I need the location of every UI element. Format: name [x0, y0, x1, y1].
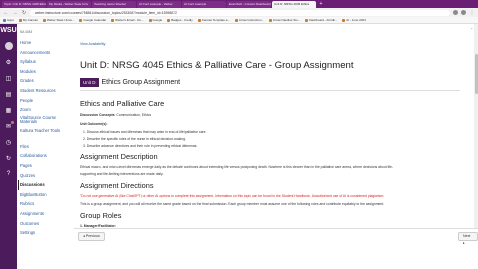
course-nav-item-collaborations[interactable]: Collaborations [20, 151, 74, 161]
course-nav-item-settings[interactable]: Settings [20, 228, 74, 238]
scrollbar[interactable] [474, 24, 478, 228]
bookmark-item[interactable]: Apps [3, 18, 14, 22]
address-bar: ← → ↻ weber.instructure.com/courses/7588… [0, 8, 478, 17]
bookmark-item[interactable]: Dashboard - ACUE... [305, 18, 337, 22]
browser-tab[interactable]: AI Conf example [182, 0, 226, 8]
browser-tab[interactable]: AI Conf example - Weber [137, 0, 181, 8]
course-nav-item-files[interactable]: Files [20, 142, 74, 152]
profile-icon[interactable] [461, 10, 466, 15]
bookmark-item[interactable]: Weber State Unive... [43, 18, 75, 22]
outcomes-label: Unit Outcome(s): [80, 122, 108, 126]
page-footer: ◂ Previous Next ▸ [74, 228, 478, 245]
course-nav-item-pages[interactable]: Pages [20, 161, 74, 171]
menu-icon[interactable]: ⋮ [469, 10, 475, 16]
outcome-item: 1. Discuss ethical issues and dilemmas t… [83, 130, 207, 134]
ai-warning: "Do not use generative AI (like ChatGPT)… [80, 194, 385, 198]
section-title-ethics: Ethics and Palliative Care [80, 99, 165, 108]
section-title-roles: Group Roles [80, 211, 122, 220]
course-nav-item-discussions[interactable]: Discussions [18, 180, 74, 190]
view-availability-link[interactable]: View Availability [80, 42, 105, 46]
discussion-concepts: Discussion Concepts: Communication, Ethi… [80, 113, 151, 117]
bookmark-item[interactable]: Google [149, 18, 163, 22]
bookmark-item[interactable]: Arrow Instruction... [235, 18, 264, 22]
course-nav-item-student-resources[interactable]: Student Resources [20, 86, 74, 96]
term-label: NA 4045 [20, 30, 33, 34]
bookmark-item[interactable]: Arrow Nautilus Stu... [269, 18, 300, 22]
course-nav-item-grades[interactable]: Grades [20, 76, 74, 86]
course-nav-item-kaltura-teacher-tools[interactable]: Kaltura Teacher Tools [20, 128, 70, 142]
course-nav-item-vitalsource-course-materials[interactable]: VitalSource Course Materials [20, 115, 70, 129]
browser-tab[interactable]: Topic: Unit D: NRSG 4045 Ethics [2, 0, 46, 8]
global-nav: WSU ⚙ ◫ ▤ ▦ ✉ ◷ ↻ ? [0, 24, 17, 269]
admin-icon[interactable]: ⚙ [5, 58, 13, 66]
browser-tab[interactable]: ExamSoft - Content Dashboard [227, 0, 271, 8]
commons-icon[interactable]: ↻ [5, 154, 13, 162]
browser-tab-bar: Topic: Unit D: NRSG 4045 Ethics My Media … [0, 0, 478, 8]
directions-line: This is a group assignment, and you will… [80, 202, 385, 206]
bookmark-item[interactable]: Badges - Credly [167, 18, 193, 22]
wsu-logo[interactable]: WSU [0, 27, 16, 34]
bookmark-item[interactable]: My Canvas [19, 18, 38, 22]
course-nav-item-people[interactable]: People [20, 96, 74, 106]
collapse-icon[interactable]: ⌃ [470, 27, 473, 32]
new-tab-icon[interactable]: + [317, 1, 325, 8]
dashboard-icon[interactable]: ◫ [5, 74, 13, 82]
course-nav-item-outcomes[interactable]: Outcomes [20, 219, 74, 229]
course-nav-item-home[interactable]: Home [20, 38, 74, 48]
outcome-item: 2. Describe the specific roles of the nu… [83, 137, 186, 141]
description-line: Ethical macro- and micro-level dilemmas … [80, 165, 394, 169]
browser-tab[interactable]: Unit D: NRSG 4045 Ethics [272, 0, 316, 8]
calendar-icon[interactable]: ▦ [5, 106, 13, 114]
concepts-value: : Communication, Ethics [114, 113, 152, 117]
course-nav-item-assignments[interactable]: Assignments [20, 209, 74, 219]
previous-button[interactable]: ◂ Previous [78, 232, 105, 241]
inbox-icon[interactable]: ✉ [5, 121, 14, 130]
section-title-directions: Assignment Directions [80, 181, 154, 190]
account-icon[interactable] [4, 42, 13, 50]
page-title: Unit D: NRSG 4045 Ethics & Palliative Ca… [80, 60, 354, 71]
outcomes-label-text: Unit Outcome(s): [80, 122, 108, 126]
browser-tab[interactable]: Teaching Jaxon Weeber [92, 0, 136, 8]
bookmarks-bar: Apps My Canvas Weber State Unive... Google … [0, 17, 478, 24]
bookmark-item[interactable]: Weber's Email - Ou... [111, 18, 143, 22]
scrollbar-thumb[interactable] [474, 54, 478, 94]
course-nav-item-modules[interactable]: Modules [20, 67, 74, 77]
divider [80, 90, 460, 91]
course-nav-item-zoom[interactable]: Zoom [20, 105, 74, 115]
reload-icon[interactable]: ↻ [21, 10, 27, 16]
course-nav-item-rubrics[interactable]: Rubrics [20, 199, 74, 209]
course-nav-item-quizzes[interactable]: Quizzes [20, 171, 74, 181]
url-field[interactable]: weber.instructure.com/courses/758841/dis… [30, 9, 450, 16]
bookmark-item[interactable]: Google Calendar [79, 18, 106, 22]
courses-icon[interactable]: ▤ [5, 90, 13, 98]
bookmark-item[interactable]: Canvas Template a... [198, 18, 230, 22]
course-nav-item-syllabus[interactable]: Syllabus [20, 57, 74, 67]
canvas-page: WSU ⚙ ◫ ▤ ▦ ✉ ◷ ↻ ? NA 4045 Home Announce… [0, 24, 478, 269]
section-title-description: Assignment Description [80, 152, 158, 161]
course-nav: NA 4045 Home Announcements Syllabus Modules… [17, 24, 74, 269]
description-line: supporting and life-limiting interventio… [80, 172, 164, 176]
unit-subtitle: Ethics Group Assignment [101, 79, 181, 86]
unit-banner: Unit D Ethics Group Assignment [80, 78, 180, 87]
forward-icon[interactable]: → [12, 10, 18, 16]
concepts-label: Discussion Concepts [80, 113, 115, 117]
browser-tab[interactable]: My Media - Weber State Univ [47, 0, 91, 8]
bookmark-item[interactable]: AI - June 2023 [342, 18, 366, 22]
course-nav-item-bigbluebutton[interactable]: BigBlueButton [20, 190, 74, 200]
next-button[interactable]: Next ▸ [458, 232, 478, 245]
course-nav-item-announcements[interactable]: Announcements [20, 48, 74, 58]
help-icon[interactable]: ? [5, 170, 13, 178]
history-icon[interactable]: ◷ [5, 138, 13, 146]
back-icon[interactable]: ← [3, 10, 9, 16]
outcome-item: 3. Describe advance directives and their… [83, 144, 198, 148]
extension-icon[interactable] [453, 10, 458, 15]
unit-chip: Unit D [80, 78, 99, 87]
